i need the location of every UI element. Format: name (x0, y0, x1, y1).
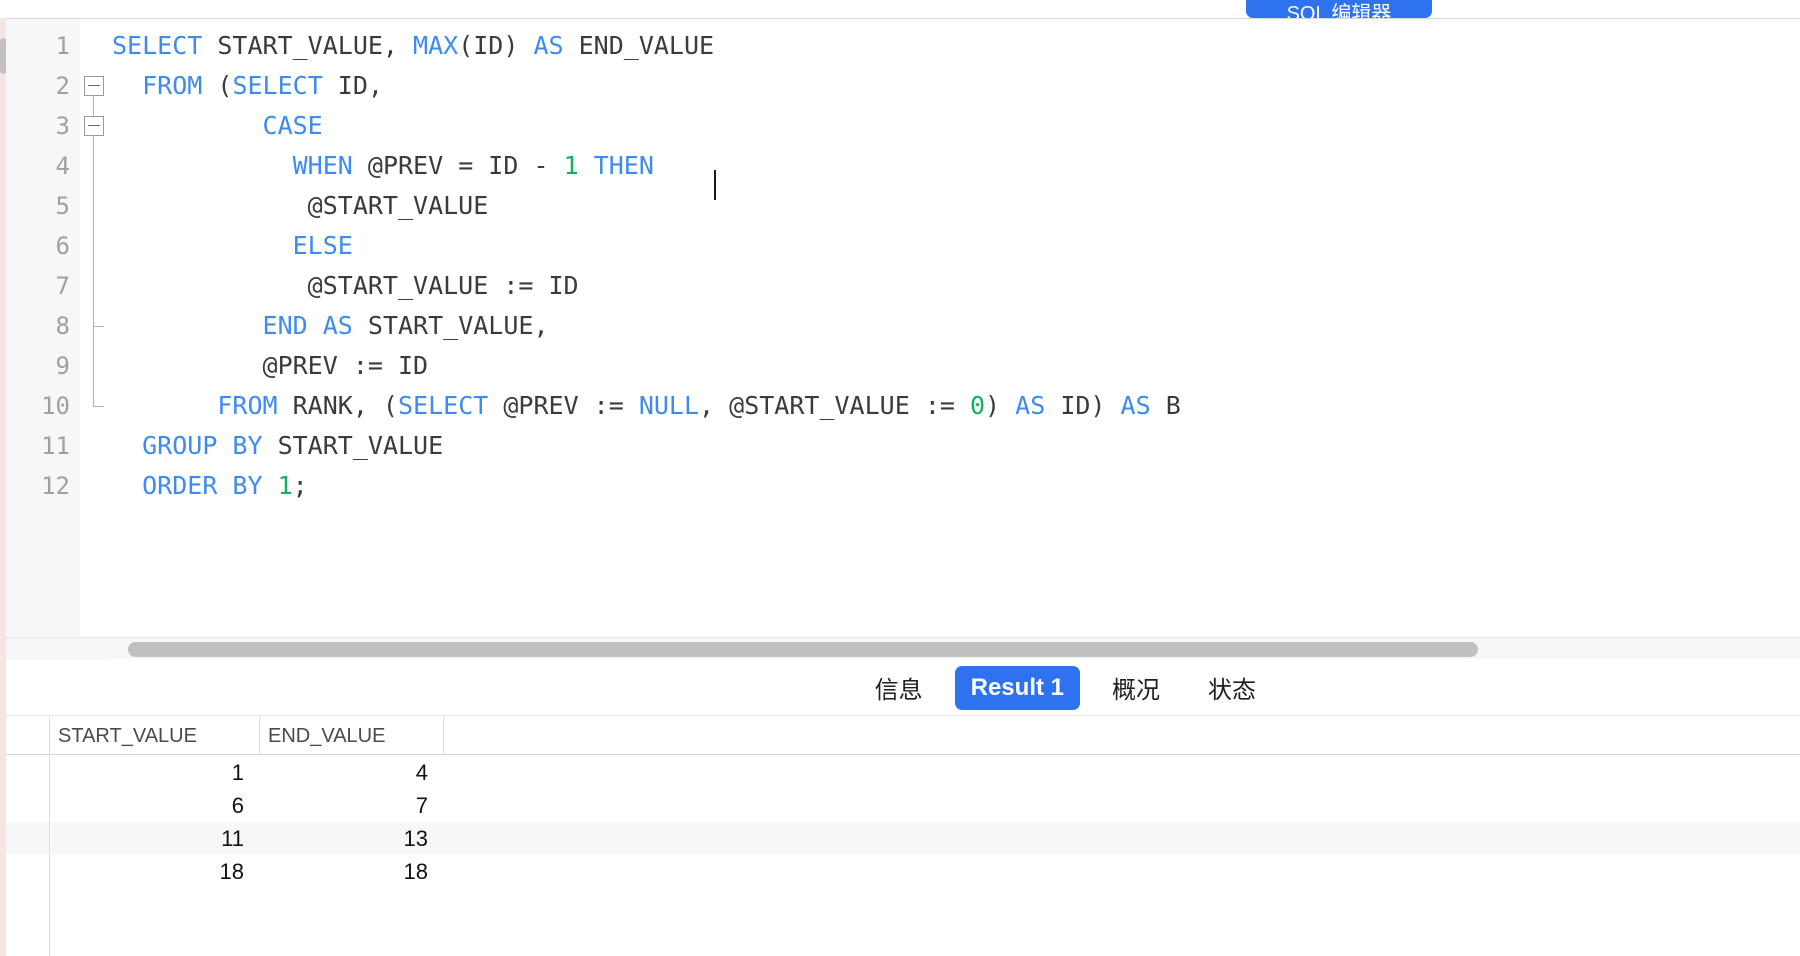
table-row[interactable]: 18 18 (6, 855, 1800, 888)
results-tab-3[interactable]: 概况 (1096, 662, 1176, 713)
table-cell-end-value[interactable]: 7 (260, 789, 444, 822)
code-line-text: @START_VALUE := ID (112, 271, 579, 300)
row-number-header (6, 717, 50, 755)
fold-toggle-icon[interactable] (84, 116, 104, 136)
results-tab-1[interactable]: 信息 (859, 662, 939, 713)
editor-horizontal-scrollbar-thumb[interactable] (128, 642, 1478, 657)
code-line-text: SELECT START_VALUE, MAX(ID) AS END_VALUE (112, 31, 715, 60)
row-number-cell (6, 855, 50, 888)
line-number: 4 (55, 152, 70, 180)
code-line[interactable]: 11 GROUP BY START_VALUE (6, 426, 1800, 466)
table-cell-start-value[interactable]: 18 (50, 855, 260, 888)
results-grid-body[interactable]: 1 4 6 7 11 13 18 18 (6, 756, 1800, 956)
table-row[interactable]: 14 (6, 756, 1800, 789)
code-line-text: END AS START_VALUE, (262, 311, 549, 340)
code-line-text: @PREV := ID (112, 351, 429, 380)
table-cell-end-value[interactable]: 4 (260, 756, 444, 789)
row-number-cell (6, 822, 50, 855)
code-line[interactable]: 5 @START_VALUE (6, 186, 1800, 226)
results-grid[interactable]: START_VALUE END_VALUE 1 4 6 7 11 13 18 18 (6, 717, 1800, 956)
fold-connector (93, 136, 94, 406)
code-line[interactable]: 12 ORDER BY 1; (6, 466, 1800, 506)
code-lines[interactable]: 1 SELECT START_VALUE, MAX(ID) AS END_VALU… (6, 26, 1800, 506)
code-line-text: FROM (SELECT ID, (142, 71, 383, 100)
results-tab-2[interactable]: Result 1 (954, 665, 1080, 710)
code-line-text: FROM RANK, (SELECT @PREV := NULL, @START… (217, 391, 1181, 420)
table-cell-end-value[interactable]: 13 (260, 822, 444, 855)
table-cell-start-value[interactable]: 11 (50, 822, 260, 855)
line-number: 2 (55, 72, 70, 100)
line-number: 12 (41, 472, 70, 500)
table-cell-start-value[interactable]: 1 (50, 756, 260, 789)
results-grid-header[interactable]: START_VALUE END_VALUE (6, 717, 1800, 755)
code-line[interactable]: 9 @PREV := ID (6, 346, 1800, 386)
sql-code-editor[interactable]: 1 SELECT START_VALUE, MAX(ID) AS END_VALU… (6, 19, 1800, 648)
table-cell-end-value[interactable]: 18 (260, 855, 444, 888)
line-number: 8 (55, 312, 70, 340)
scrollbar-left-pad (6, 638, 106, 660)
editor-horizontal-scrollbar[interactable] (6, 637, 1800, 660)
fold-region-end (93, 406, 104, 407)
code-line[interactable]: 8 END AS START_VALUE, (6, 306, 1800, 346)
line-number: 3 (55, 112, 70, 140)
code-line-text: WHEN @PREV = ID - 1 THEN (292, 151, 654, 180)
results-tab-bar[interactable]: 信息 Result 1 概况 状态 (6, 660, 1800, 716)
line-number: 1 (55, 32, 70, 60)
fold-toggle-icon[interactable] (84, 76, 104, 96)
code-line-text: @START_VALUE (112, 191, 489, 220)
row-number-cell (6, 756, 50, 789)
code-line-text: CASE (262, 111, 323, 140)
table-cell-start-value[interactable]: 6 (50, 789, 260, 822)
code-line[interactable]: 10 FROM RANK, (SELECT @PREV := NULL, @ST… (6, 386, 1800, 426)
code-line[interactable]: 1 SELECT START_VALUE, MAX(ID) AS END_VALU… (6, 26, 1800, 66)
text-caret (714, 170, 716, 200)
line-number: 11 (41, 432, 70, 460)
results-tab-4[interactable]: 状态 (1192, 662, 1272, 713)
table-row[interactable]: 67 (6, 789, 1800, 822)
line-number: 5 (55, 192, 70, 220)
top-toolbar: SQL 编辑器 (6, 0, 1800, 18)
row-number-cell (6, 789, 50, 822)
column-header[interactable]: START_VALUE (50, 717, 260, 755)
code-line[interactable]: 3 CASE (6, 106, 1800, 146)
line-number: 10 (41, 392, 70, 420)
code-line[interactable]: 4 WHEN @PREV = ID - 1 THEN (6, 146, 1800, 186)
sql-editor-button[interactable]: SQL 编辑器 (1246, 0, 1432, 18)
code-line-text: ELSE (292, 231, 353, 260)
fold-region-tick (93, 326, 104, 327)
line-number: 9 (55, 352, 70, 380)
code-line[interactable]: 2 FROM (SELECT ID, (6, 66, 1800, 106)
sql-client-window: SQL 编辑器 1 SELECT START_VALUE, MAX(ID) AS … (0, 0, 1800, 956)
code-line-text: GROUP BY START_VALUE (142, 431, 444, 460)
table-row[interactable]: 11 13 (6, 822, 1800, 855)
line-number: 6 (55, 232, 70, 260)
code-line[interactable]: 6 ELSE (6, 226, 1800, 266)
fold-connector (93, 96, 94, 116)
code-line-text: ORDER BY 1; (142, 471, 308, 500)
line-number: 7 (55, 272, 70, 300)
column-header[interactable]: END_VALUE (260, 717, 444, 755)
code-line[interactable]: 7 @START_VALUE := ID (6, 266, 1800, 306)
